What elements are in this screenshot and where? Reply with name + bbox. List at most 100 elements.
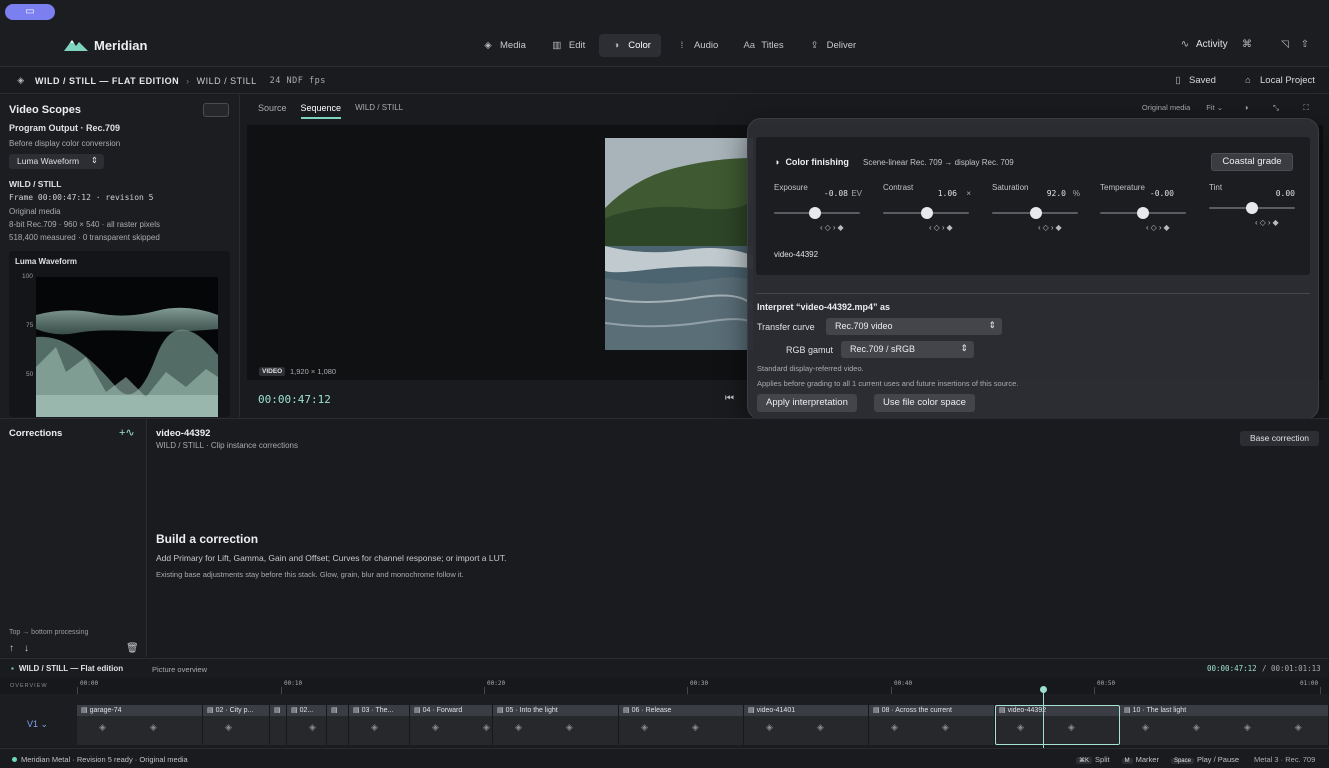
nav-edit[interactable]: ▥ Edit bbox=[540, 34, 595, 57]
track-v1-select[interactable]: V1 ⌄ bbox=[27, 719, 48, 730]
slider-value[interactable]: 92.0 bbox=[1047, 189, 1066, 198]
waveform-title: Luma Waveform bbox=[15, 257, 77, 266]
nav-deliver[interactable]: ⇪ Deliver bbox=[798, 34, 867, 57]
slider-value[interactable]: 0.00 bbox=[1276, 189, 1295, 198]
nav-media[interactable]: ◈ Media bbox=[471, 34, 536, 57]
add-correction-icon[interactable]: +∿ bbox=[119, 426, 135, 439]
ruler-tick-label: 00:40 bbox=[894, 680, 913, 687]
app-name: Meridian bbox=[94, 38, 148, 53]
video-badge: VIDEO bbox=[259, 367, 286, 376]
text-icon: Aa bbox=[743, 40, 756, 51]
nav-color[interactable]: ◑ Color bbox=[599, 34, 661, 57]
tab-source[interactable]: Source bbox=[258, 103, 287, 119]
shortcut-hints: ⌘K Split M Marker Space Play / Pause bbox=[1076, 755, 1239, 764]
playhead-handle[interactable] bbox=[1040, 686, 1047, 693]
timeline-clip[interactable]: ▤ 05 · Into the light ◈◈ bbox=[493, 705, 619, 745]
arrow-down-icon[interactable]: ↓ bbox=[24, 643, 29, 654]
ruler-tick-label: 00:50 bbox=[1097, 680, 1116, 687]
contrast-slider[interactable]: Contrast 1.06 × ‹◇›◆ bbox=[883, 183, 971, 233]
local-project-button[interactable]: ⌂ Local Project bbox=[1241, 75, 1315, 86]
renderer-info: Metal 3 · Rec. 709 bbox=[1254, 755, 1316, 764]
timeline-clip[interactable]: ▤ 06 · Release ◈◈ bbox=[619, 705, 744, 745]
ruler-tick bbox=[281, 687, 282, 694]
nav-titles[interactable]: Aa Titles bbox=[732, 34, 793, 57]
selected-clip-outline bbox=[995, 705, 1120, 745]
fit-select[interactable]: Fit ⌄ bbox=[1206, 103, 1223, 113]
breadcrumb-sequence[interactable]: WILD / STILL bbox=[197, 76, 257, 86]
fullscreen-icon[interactable]: ⛶ bbox=[1299, 103, 1313, 113]
interpret-note: Standard display-referred video. bbox=[757, 364, 864, 373]
slider-value[interactable]: 1.06 bbox=[938, 189, 957, 198]
preset-button[interactable]: Coastal grade bbox=[1211, 153, 1293, 171]
timeline-clip[interactable]: ▤ 03 · The...◈ bbox=[349, 705, 410, 745]
trash-icon[interactable]: 🗑 bbox=[126, 643, 139, 654]
clip-thumbnails: ◈◈ bbox=[515, 722, 617, 732]
timeline-clip[interactable]: ▤ garage-74 ◈◈ bbox=[77, 705, 203, 745]
slider-unit: % bbox=[1072, 189, 1080, 198]
tint-slider[interactable]: Tint 0.00 ‹◇›◆ bbox=[1209, 183, 1297, 233]
window-pill-button[interactable]: ▭ bbox=[5, 4, 55, 20]
status-message: Meridian Metal · Revision 5 ready · Orig… bbox=[12, 755, 188, 764]
timeline-clip[interactable]: ▤ bbox=[270, 705, 287, 745]
status-dot bbox=[12, 757, 17, 762]
activity-button[interactable]: ∿ Activity bbox=[1178, 39, 1228, 50]
base-correction-button[interactable]: Base correction bbox=[1240, 431, 1319, 446]
command-icon[interactable]: ⌘ bbox=[1240, 39, 1254, 50]
timeline-clip[interactable]: ▤ 10 · The last light ◈◈◈◈ bbox=[1120, 705, 1329, 745]
film-icon: ▤ bbox=[1124, 707, 1131, 714]
slider-knob[interactable] bbox=[809, 207, 822, 219]
saturation-slider[interactable]: Saturation 92.0 % ‹◇›◆ bbox=[992, 183, 1080, 233]
breadcrumb-project[interactable]: WILD / STILL — FLAT EDITION bbox=[35, 76, 179, 86]
scope-layout-toggle[interactable] bbox=[203, 103, 229, 117]
keyframe-controls[interactable]: ‹◇›◆ bbox=[820, 223, 846, 232]
timeline-clip[interactable]: ▤ 02...◈ bbox=[287, 705, 327, 745]
upload-icon[interactable]: ⇧ bbox=[1298, 39, 1312, 50]
keyframe-controls[interactable]: ‹◇›◆ bbox=[929, 223, 955, 232]
layers-icon: ◈ bbox=[484, 40, 492, 51]
scope-type-select[interactable]: Luma Waveform ⇕ bbox=[9, 154, 104, 169]
build-correction-note: Existing base adjustments stay before th… bbox=[156, 570, 464, 579]
slider-knob[interactable] bbox=[920, 207, 933, 219]
skip-back-icon[interactable]: ⏮ bbox=[725, 393, 734, 404]
tab-wild-still[interactable]: WILD / STILL bbox=[355, 103, 403, 119]
timeline-ruler[interactable]: OVERVIEW 00:00 00:10 00:20 00:30 00:40 0… bbox=[0, 678, 1329, 694]
nav-audio[interactable]: ⁞ Audio bbox=[665, 34, 728, 57]
temperature-slider[interactable]: Temperature -0.00 ‹◇›◆ bbox=[1100, 183, 1188, 233]
original-media-toggle[interactable]: Original media bbox=[1142, 103, 1190, 113]
slider-value[interactable]: -0.08 bbox=[824, 189, 848, 198]
clip-thumbnails: ◈ bbox=[203, 716, 269, 733]
keyframe-controls[interactable]: ‹◇›◆ bbox=[1255, 218, 1281, 227]
contrast-icon[interactable]: ◑ bbox=[1239, 103, 1253, 113]
ruler-tick bbox=[1094, 687, 1095, 694]
tab-sequence[interactable]: Sequence bbox=[300, 103, 342, 119]
rgb-gamut-select[interactable]: Rec.709 / sRGB ⇕ bbox=[841, 341, 974, 358]
apply-interpretation-button[interactable]: Apply interpretation bbox=[757, 394, 857, 412]
compare-icon[interactable]: ⤡ bbox=[1269, 103, 1283, 113]
timeline-clip[interactable]: ▤ bbox=[327, 705, 349, 745]
keyframe-controls[interactable]: ‹◇›◆ bbox=[1038, 223, 1064, 232]
timeline-clip[interactable]: ▤ 02 · City p...◈ bbox=[203, 705, 270, 745]
slider-knob[interactable] bbox=[1029, 207, 1042, 219]
arrow-up-icon[interactable]: ↑ bbox=[9, 643, 14, 654]
keyframe-controls[interactable]: ‹◇›◆ bbox=[1146, 223, 1172, 232]
timeline-clip[interactable]: ▤ 08 · Across the current ◈◈ bbox=[869, 705, 995, 745]
program-output: Program Output · Rec.709 bbox=[9, 123, 121, 133]
waveform-tick: 75 bbox=[26, 322, 34, 329]
ruler-tick-label: 01:00 bbox=[1300, 680, 1319, 687]
ruler-tick-label: 00:30 bbox=[690, 680, 709, 687]
slider-knob[interactable] bbox=[1246, 202, 1258, 214]
waveform-trace bbox=[36, 277, 218, 417]
film-icon: ▤ bbox=[353, 707, 360, 714]
slider-knob[interactable] bbox=[1137, 207, 1149, 219]
contrast-icon: ◑ bbox=[774, 157, 780, 167]
exposure-slider[interactable]: Exposure -0.08 EV ‹◇›◆ bbox=[774, 183, 862, 233]
clip-thumbnails: ◈ bbox=[349, 716, 409, 733]
playhead[interactable] bbox=[1043, 688, 1044, 748]
transfer-curve-select[interactable]: Rec.709 video ⇕ bbox=[826, 318, 1002, 335]
use-file-color-space-button[interactable]: Use file color space bbox=[874, 394, 975, 412]
slider-value[interactable]: -0.00 bbox=[1150, 189, 1174, 198]
timeline-clip[interactable]: ▤ 04 · Forward◈◈ bbox=[410, 705, 493, 745]
interpret-title: Interpret “video-44392.mp4” as bbox=[757, 302, 891, 312]
feedback-icon[interactable]: ◹ bbox=[1278, 39, 1292, 50]
timeline-clip[interactable]: ▤ video-41401 ◈◈ bbox=[744, 705, 869, 745]
